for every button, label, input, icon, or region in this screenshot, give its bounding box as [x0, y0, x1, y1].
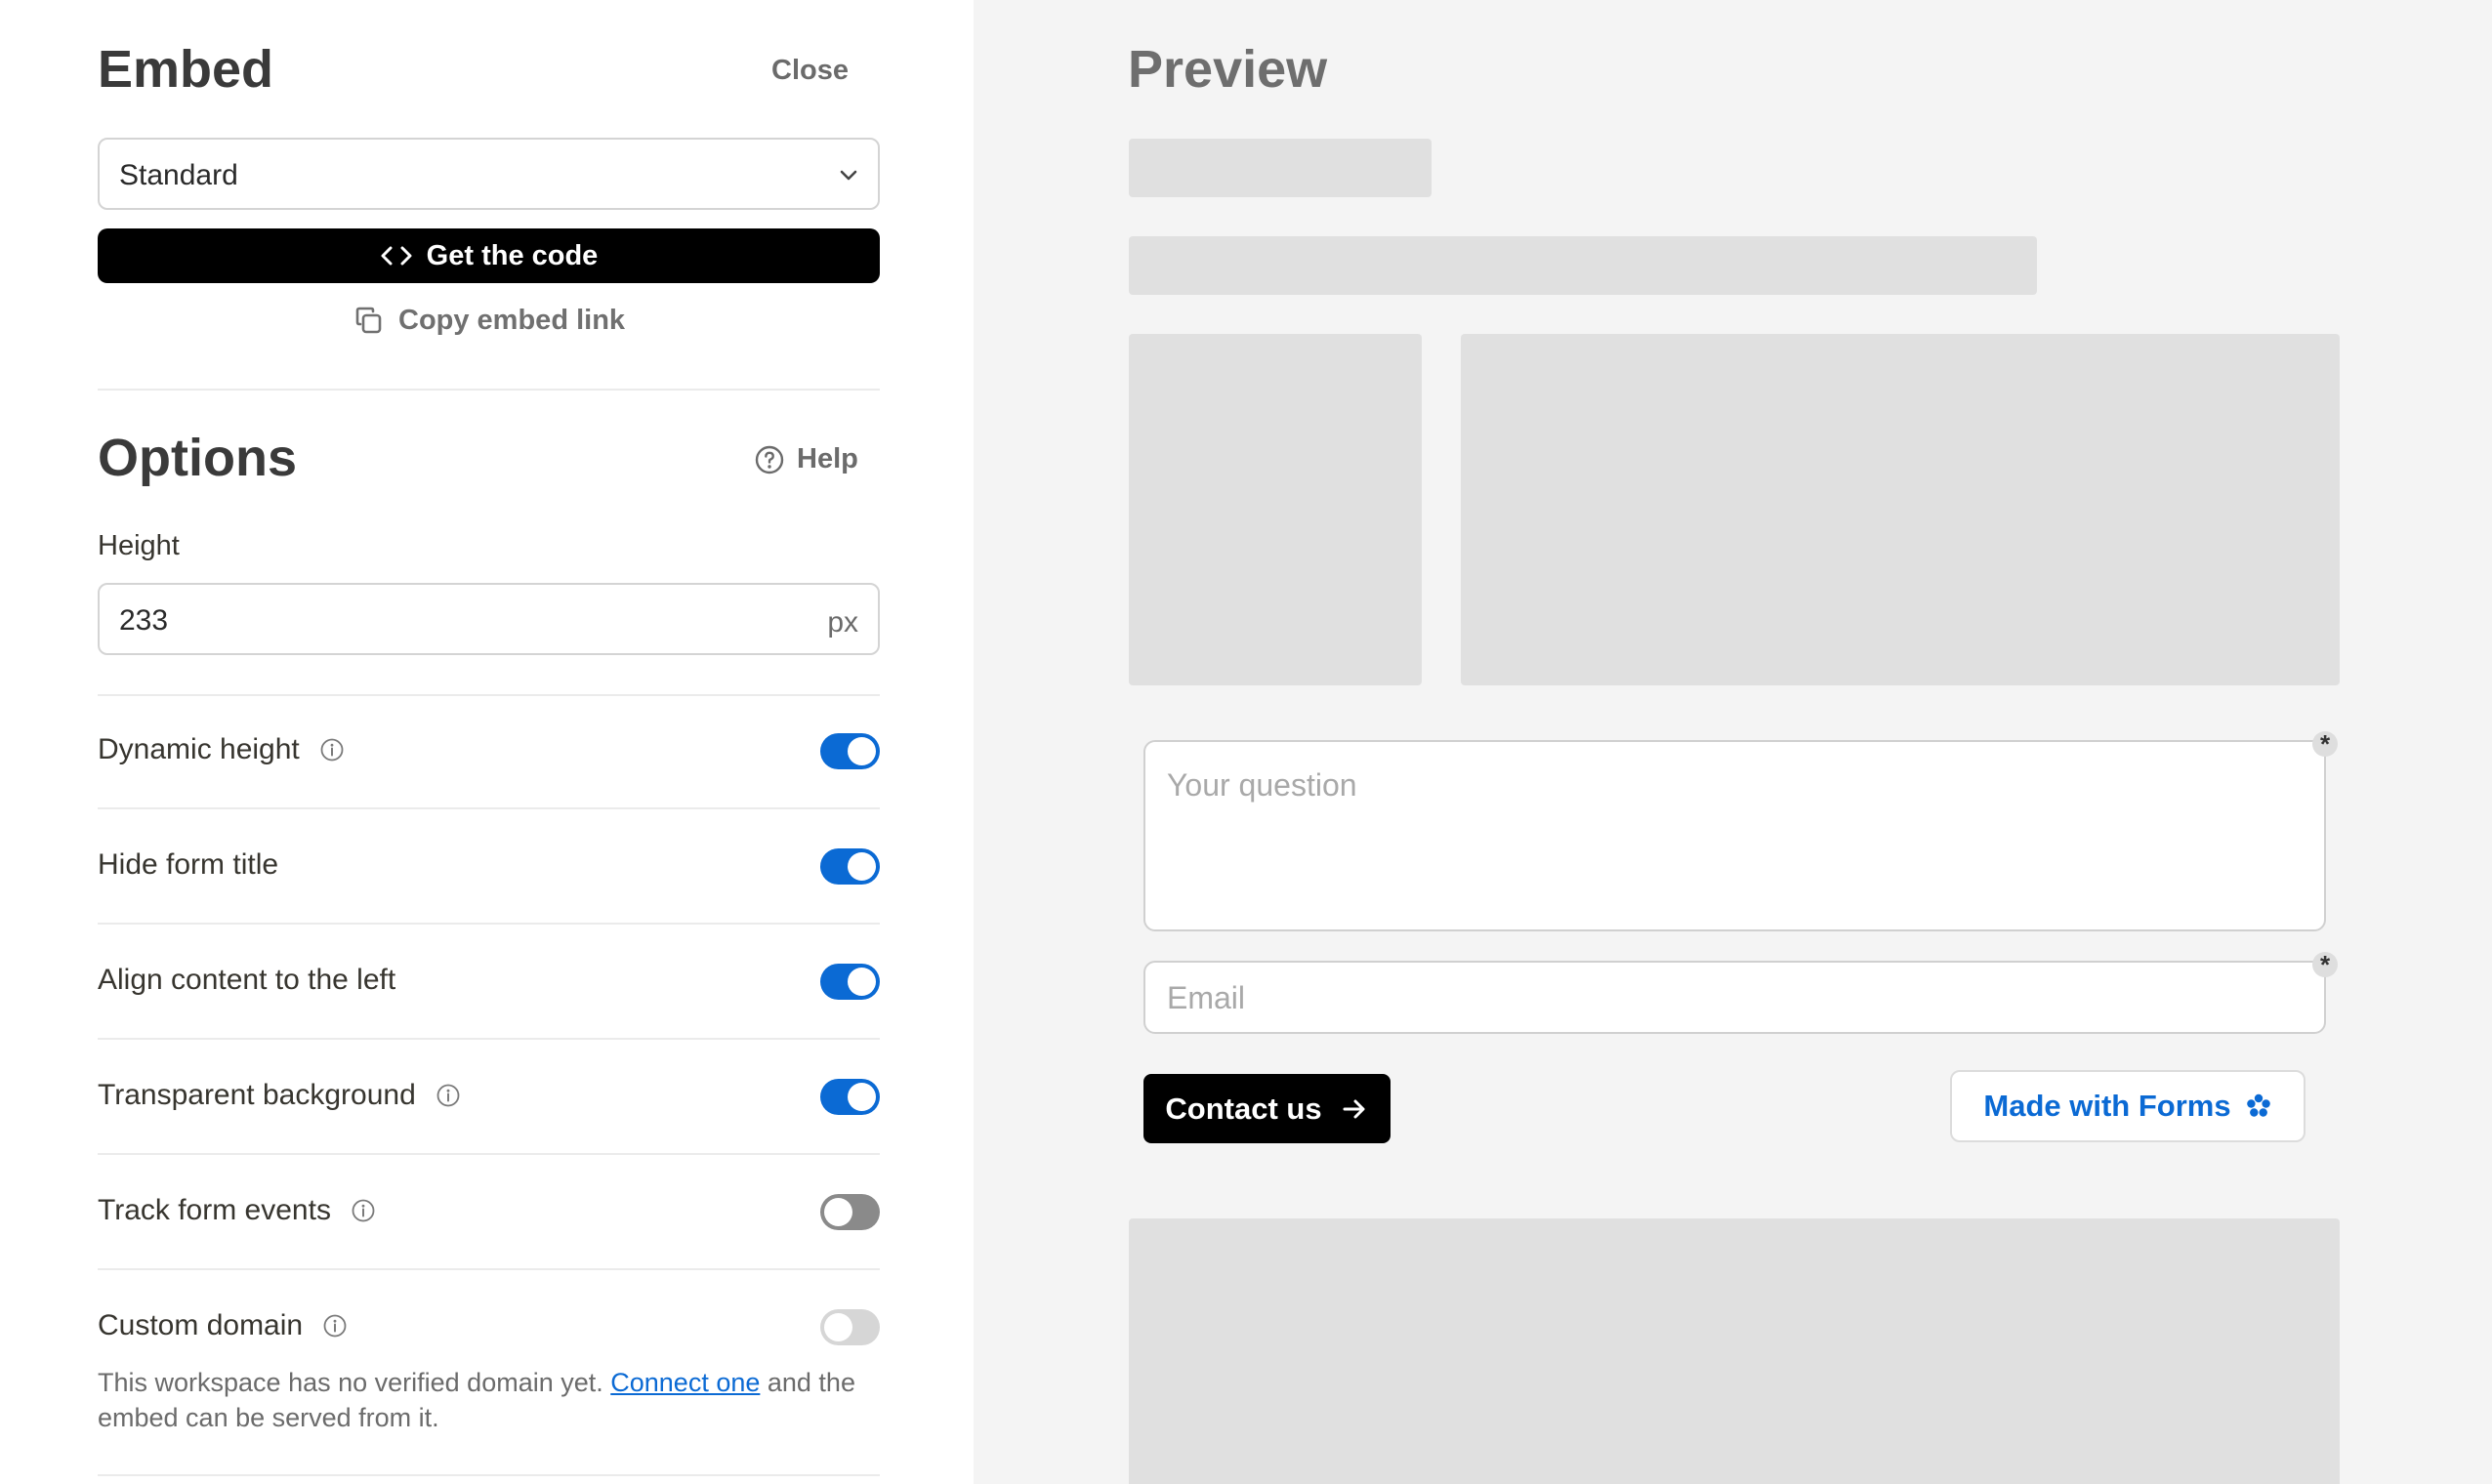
embed-mode-select[interactable]: Standard	[98, 138, 880, 210]
option-label: Dynamic height	[98, 733, 300, 765]
option-label: Transparent background	[98, 1079, 416, 1111]
required-marker: *	[2312, 731, 2338, 757]
info-icon[interactable]	[351, 1198, 376, 1223]
copy-icon	[355, 307, 382, 333]
option-label: Custom domain	[98, 1309, 304, 1341]
made-with-forms-badge[interactable]: Made with Forms	[1950, 1070, 2305, 1142]
option-label: Track form events	[98, 1194, 331, 1226]
option-label-container: Dynamic height	[98, 733, 345, 766]
email-placeholder: Email	[1167, 980, 1246, 1015]
height-input[interactable]: 233 px	[98, 583, 880, 655]
section-divider	[98, 389, 880, 391]
embed-mode-value: Standard	[119, 159, 238, 191]
option-label-container: Custom domain	[98, 1309, 348, 1342]
copy-embed-link-label: Copy embed link	[398, 305, 626, 336]
get-code-button[interactable]: Get the code	[98, 228, 880, 283]
section-divider	[98, 1474, 880, 1476]
contact-us-label: Contact us	[1165, 1091, 1322, 1126]
height-unit: px	[827, 606, 858, 639]
option-label: Hide form title	[98, 848, 279, 881]
placeholder-block	[1129, 139, 1432, 197]
height-value: 233	[119, 604, 169, 637]
preview-title: Preview	[1128, 40, 1328, 99]
option-row-dynamic-height: Dynamic height	[98, 694, 880, 809]
height-label: Height	[98, 530, 180, 561]
option-label-container: Hide form title	[98, 848, 278, 882]
arrow-right-icon	[1343, 1099, 1365, 1118]
placeholder-block	[1461, 334, 2340, 685]
options-title: Options	[98, 429, 297, 487]
option-label-container: Track form events	[98, 1194, 376, 1227]
toggle-hide-form-title[interactable]	[820, 848, 880, 885]
toggle-knob	[848, 852, 876, 881]
embed-settings-panel: Embed Close Standard Get the code Copy e…	[0, 0, 974, 1484]
info-icon[interactable]	[319, 737, 345, 763]
toggle-knob	[824, 1198, 852, 1226]
question-textarea[interactable]: Your question	[1143, 740, 2326, 931]
toggle-track-form-events[interactable]	[820, 1194, 880, 1230]
chevron-down-icon	[840, 170, 857, 181]
toggle-knob	[848, 737, 876, 765]
question-placeholder: Your question	[1167, 767, 1357, 803]
toggle-transparent-background[interactable]	[820, 1079, 880, 1115]
contact-us-button[interactable]: Contact us	[1143, 1074, 1391, 1143]
option-row-hide-form-title: Hide form title	[98, 809, 880, 925]
option-label: Align content to the left	[98, 964, 396, 996]
placeholder-block	[1129, 334, 1422, 685]
info-icon[interactable]	[322, 1313, 348, 1339]
option-label-container: Align content to the left	[98, 964, 395, 997]
close-button[interactable]: Close	[771, 55, 849, 87]
email-field[interactable]: Email	[1143, 961, 2326, 1034]
made-with-forms-label: Made with Forms	[1983, 1089, 2231, 1123]
option-label-container: Transparent background	[98, 1079, 461, 1112]
toggle-knob	[848, 968, 876, 996]
toggle-align-content-to-the-left[interactable]	[820, 964, 880, 1000]
embed-title: Embed	[98, 40, 274, 99]
custom-domain-description: This workspace has no verified domain ye…	[98, 1365, 898, 1435]
custom-domain-note-text: This workspace has no verified domain ye…	[98, 1368, 611, 1397]
help-label: Help	[797, 443, 858, 474]
flower-logo-icon	[2246, 1093, 2270, 1117]
copy-embed-link-button[interactable]: Copy embed link	[353, 305, 625, 337]
option-row-track-form-events: Track form events	[98, 1155, 880, 1270]
help-icon	[755, 445, 784, 474]
toggle-custom-domain[interactable]	[820, 1309, 880, 1345]
placeholder-block	[1129, 236, 2037, 295]
preview-panel: Preview Your question * Email * Contact …	[974, 0, 2492, 1484]
connect-domain-link[interactable]: Connect one	[610, 1368, 760, 1397]
option-row-align-content-to-the-left: Align content to the left	[98, 925, 880, 1040]
toggle-knob	[824, 1313, 852, 1341]
toggle-dynamic-height[interactable]	[820, 733, 880, 769]
info-icon[interactable]	[436, 1083, 461, 1108]
get-code-label: Get the code	[426, 239, 599, 271]
required-marker: *	[2312, 952, 2338, 977]
help-button[interactable]: Help	[754, 443, 858, 475]
option-row-transparent-background: Transparent background	[98, 1040, 880, 1155]
code-icon	[381, 246, 412, 266]
toggle-knob	[848, 1083, 876, 1111]
placeholder-block	[1129, 1218, 2340, 1484]
